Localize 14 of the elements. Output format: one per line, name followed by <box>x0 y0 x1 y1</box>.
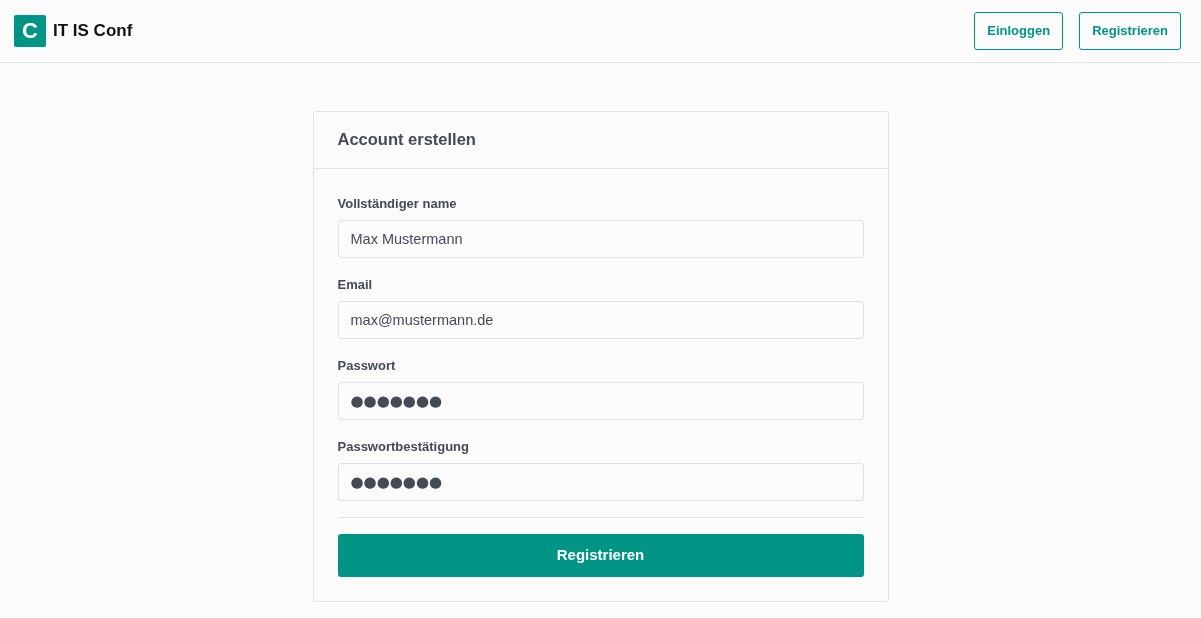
login-button[interactable]: Einloggen <box>974 12 1064 50</box>
card-title: Account erstellen <box>337 130 476 150</box>
password-field[interactable]: ●●●●●●● <box>337 463 864 501</box>
field-label: Passwort <box>337 357 397 374</box>
input-field[interactable]: Max Mustermann <box>337 220 864 258</box>
register-button[interactable]: Registrieren <box>1079 12 1181 50</box>
password-field[interactable]: ●●●●●●● <box>337 382 864 420</box>
input-field[interactable]: max@mustermann.de <box>337 301 864 339</box>
field-label: Email <box>337 276 374 293</box>
submit-button[interactable]: Registrieren <box>337 534 864 577</box>
logo-icon: C <box>14 15 46 47</box>
brand-name: IT IS Conf <box>53 20 133 43</box>
field-label: Vollständiger name <box>337 195 458 212</box>
field-label: Passwortbestätigung <box>337 438 470 455</box>
